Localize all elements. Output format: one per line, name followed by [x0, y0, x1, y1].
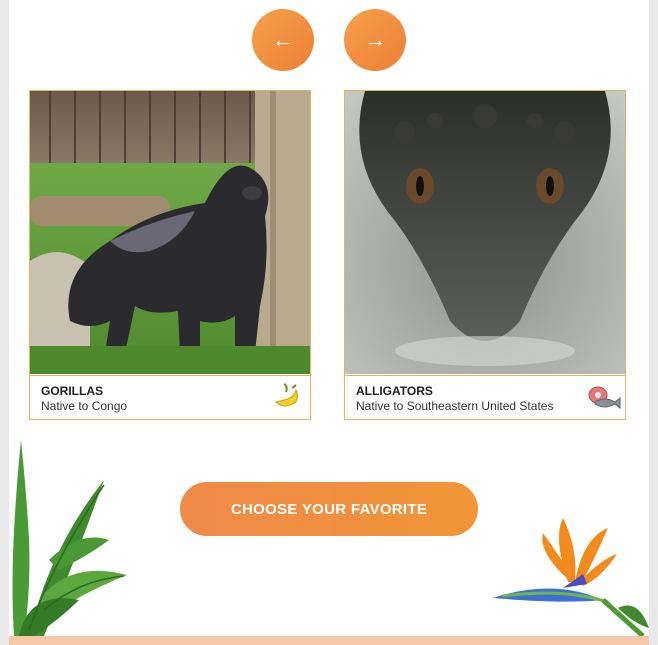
animal-card-gorillas[interactable]: GORILLAS Native to Congo — [29, 90, 311, 420]
animal-card-alligators[interactable]: ALLIGATORS Native to Southeastern United… — [344, 90, 626, 420]
alligator-photo — [345, 91, 625, 374]
card-caption: GORILLAS Native to Congo — [30, 375, 310, 420]
meat-fish-icon — [587, 382, 621, 412]
footer-band — [9, 636, 649, 645]
banana-icon — [272, 382, 302, 412]
bird-of-paradise-flower-decoration — [483, 518, 649, 641]
arrow-left-icon: ← — [272, 27, 294, 52]
animal-native-region: Native to Southeastern United States — [356, 399, 554, 413]
previous-button[interactable]: ← — [252, 9, 314, 71]
choose-favorite-button[interactable]: CHOOSE YOUR FAVORITE — [180, 482, 478, 536]
animal-name: ALLIGATORS — [356, 384, 433, 398]
next-button[interactable]: → — [344, 9, 406, 71]
card-caption: ALLIGATORS Native to Southeastern United… — [345, 375, 625, 420]
gorilla-photo — [30, 91, 310, 374]
animal-native-region: Native to Congo — [41, 399, 128, 413]
arrow-right-icon: → — [364, 27, 386, 52]
content-panel: ← → GORILLAS Native to Congo ALLIGATORS … — [9, 0, 649, 645]
animal-name: GORILLAS — [41, 384, 103, 398]
fern-plant-decoration — [9, 440, 134, 641]
